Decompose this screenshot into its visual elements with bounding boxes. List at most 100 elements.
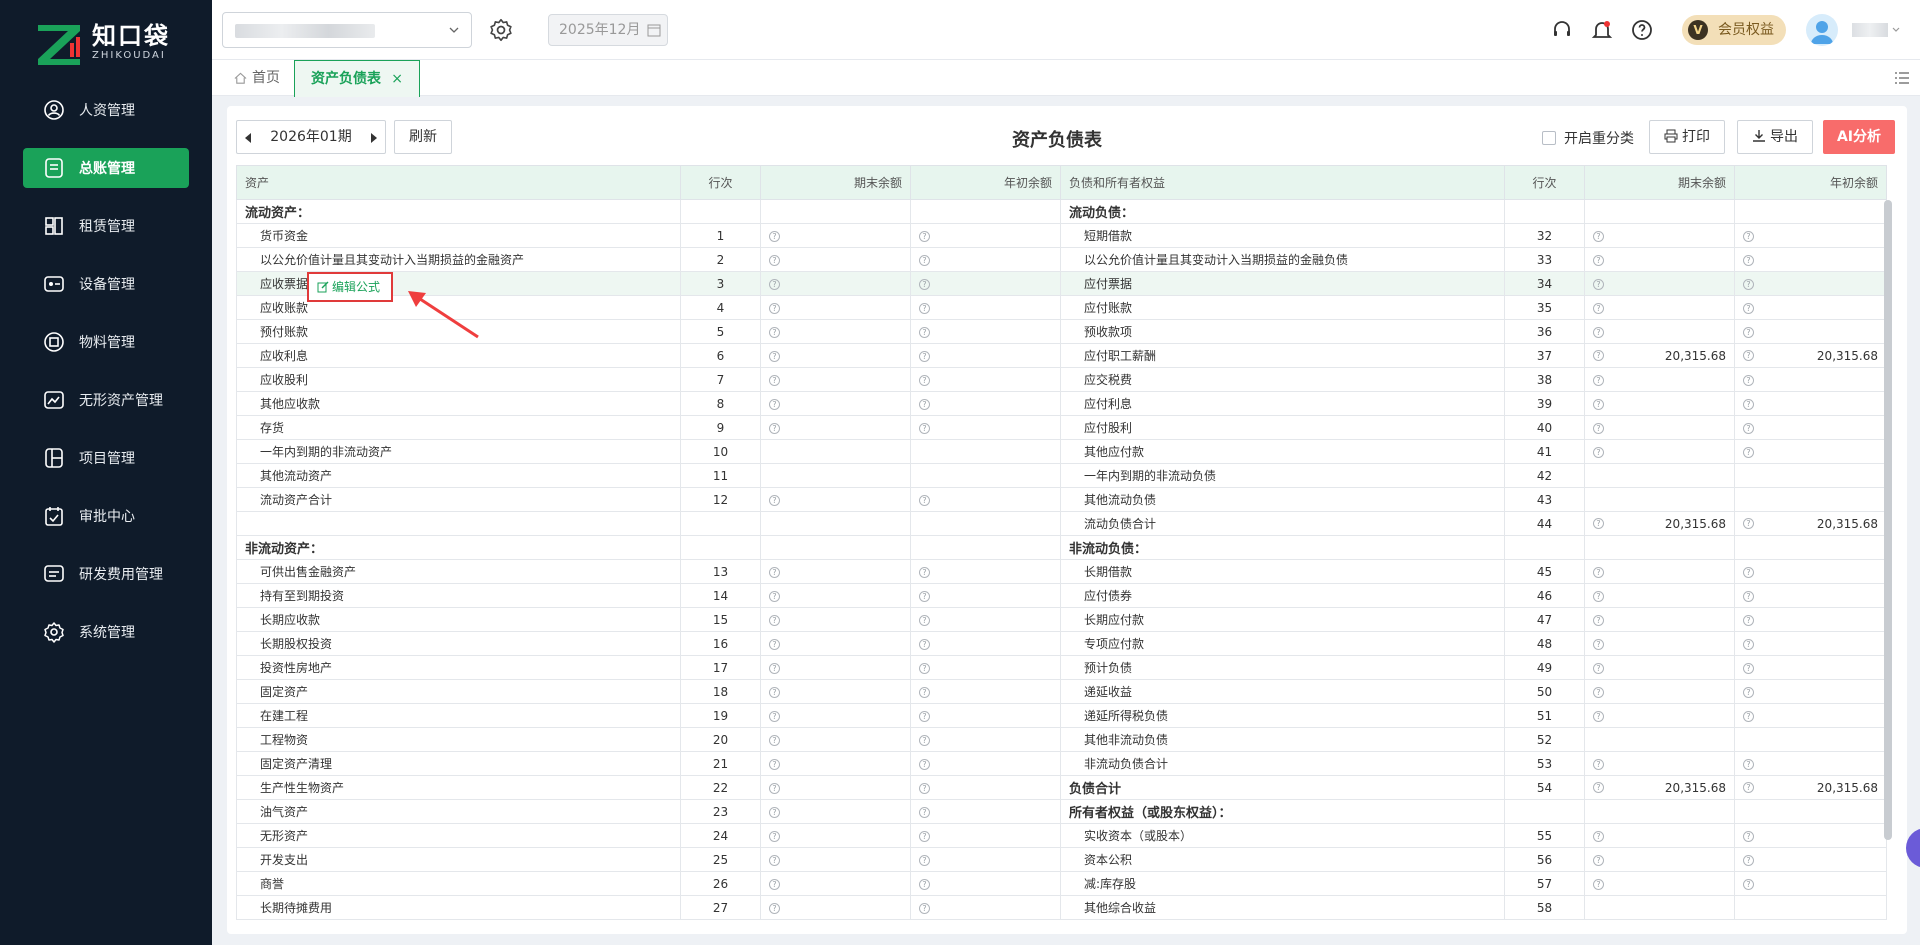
asset-ending-balance[interactable]: ? [760,391,911,416]
asset-name[interactable]: 生产性生物资产 [236,775,681,800]
help-circle-icon[interactable]: ? [1593,638,1604,650]
asset-name[interactable]: 其他流动资产 [236,463,681,488]
asset-name[interactable]: 油气资产 [236,799,681,824]
asset-opening-balance[interactable]: ? [910,271,1061,296]
liability-ending-balance[interactable] [1584,895,1735,920]
asset-ending-balance[interactable]: ? [760,583,911,608]
help-circle-icon[interactable]: ? [1593,830,1604,842]
asset-opening-balance[interactable] [910,463,1061,488]
liability-ending-balance[interactable] [1584,799,1735,824]
close-icon[interactable]: × [391,61,403,97]
help-circle-icon[interactable]: ? [919,422,930,434]
asset-opening-balance[interactable]: ? [910,319,1061,344]
asset-name[interactable]: 商誉 [236,871,681,896]
prev-period-icon[interactable] [245,133,251,143]
help-circle-icon[interactable]: ? [919,782,930,794]
help-circle-icon[interactable]: ? [919,878,930,890]
asset-name[interactable]: 非流动资产： [236,535,681,560]
help-circle-icon[interactable]: ? [1743,302,1754,314]
liability-opening-balance[interactable]: ? [1734,871,1887,896]
asset-ending-balance[interactable]: ? [760,607,911,632]
company-select[interactable] [222,12,472,48]
asset-name[interactable]: 流动资产： [236,199,681,224]
asset-ending-balance[interactable]: ? [760,655,911,680]
asset-name[interactable]: 固定资产清理 [236,751,681,776]
sidebar-item-rd[interactable]: 研发费用管理 [23,554,189,594]
help-circle-icon[interactable]: ? [769,758,780,770]
asset-name[interactable]: 固定资产 [236,679,681,704]
help-circle-icon[interactable]: ? [1593,302,1604,314]
help-circle-icon[interactable]: ? [919,662,930,674]
help-circle-icon[interactable]: ? [769,422,780,434]
help-circle-icon[interactable]: ? [919,398,930,410]
help-circle-icon[interactable]: ? [1593,614,1604,626]
help-circle-icon[interactable]: ? [1743,278,1754,290]
help-circle-icon[interactable]: ? [1743,517,1754,529]
asset-opening-balance[interactable]: ? [910,727,1061,752]
asset-opening-balance[interactable]: ? [910,631,1061,656]
help-circle-icon[interactable]: ? [1593,349,1604,361]
help-circle-icon[interactable]: ? [1743,830,1754,842]
help-circle-icon[interactable]: ? [1743,254,1754,266]
help-circle-icon[interactable]: ? [769,638,780,650]
help-circle-icon[interactable]: ? [769,350,780,362]
asset-opening-balance[interactable]: ? [910,391,1061,416]
asset-ending-balance[interactable]: ? [760,367,911,392]
liability-ending-balance[interactable]: ? [1584,391,1735,416]
liability-ending-balance[interactable]: ? [1584,295,1735,320]
asset-name[interactable]: 长期股权投资 [236,631,681,656]
asset-opening-balance[interactable]: ? [910,247,1061,272]
asset-ending-balance[interactable]: ? [760,703,911,728]
liability-opening-balance[interactable]: ? [1734,367,1887,392]
help-circle-icon[interactable]: ? [919,326,930,338]
asset-ending-balance[interactable]: ? [760,871,911,896]
table-scrollbar[interactable] [1884,200,1892,840]
liability-ending-balance[interactable]: ? [1584,631,1735,656]
refresh-button[interactable]: 刷新 [394,120,452,154]
help-circle-icon[interactable]: ? [1743,230,1754,242]
help-circle-icon[interactable]: ? [769,806,780,818]
help-circle-icon[interactable]: ? [1593,278,1604,290]
liability-ending-balance[interactable]: ? [1584,223,1735,248]
asset-opening-balance[interactable]: ? [910,871,1061,896]
help-circle-icon[interactable]: ? [769,662,780,674]
liability-opening-balance[interactable]: ? [1734,295,1887,320]
help-circle-icon[interactable]: ? [1593,374,1604,386]
liability-name[interactable]: 负债合计 [1060,775,1505,800]
help-circle-icon[interactable]: ? [1593,758,1604,770]
asset-name[interactable]: 流动资产合计 [236,487,681,512]
help-circle-icon[interactable]: ? [769,830,780,842]
sidebar-item-person[interactable]: 人资管理 [23,90,189,130]
asset-opening-balance[interactable]: ? [910,223,1061,248]
avatar[interactable] [1806,14,1838,46]
liability-ending-balance[interactable]: ? [1584,871,1735,896]
liability-ending-balance[interactable]: ? [1584,679,1735,704]
liability-name[interactable]: 应付利息 [1060,391,1505,416]
help-circle-icon[interactable]: ? [1743,781,1754,793]
asset-name[interactable]: 长期待摊费用 [236,895,681,920]
help-circle-icon[interactable]: ? [1743,758,1754,770]
asset-opening-balance[interactable]: ? [910,559,1061,584]
help-circle-icon[interactable]: ? [1743,590,1754,602]
reclassify-toggle[interactable]: 开启重分类 [1542,128,1634,148]
asset-opening-balance[interactable]: ? [910,295,1061,320]
help-circle-icon[interactable]: ? [919,230,930,242]
liability-opening-balance[interactable]: ? [1734,415,1887,440]
help-circle-icon[interactable]: ? [919,758,930,770]
liability-opening-balance[interactable]: ? [1734,223,1887,248]
liability-name[interactable]: 其他综合收益 [1060,895,1505,920]
liability-opening-balance[interactable]: ? 20,315.68 [1734,775,1887,800]
asset-name[interactable]: 一年内到期的非流动资产 [236,439,681,464]
liability-ending-balance[interactable]: ? [1584,319,1735,344]
asset-ending-balance[interactable]: ? [760,847,911,872]
liability-ending-balance[interactable] [1584,487,1735,512]
help-circle-icon[interactable]: ? [919,302,930,314]
sidebar-item-intangible[interactable]: 无形资产管理 [23,380,189,420]
asset-ending-balance[interactable] [760,439,911,464]
asset-ending-balance[interactable] [760,199,911,224]
liability-ending-balance[interactable]: ? [1584,367,1735,392]
liability-opening-balance[interactable] [1734,895,1887,920]
username-redacted[interactable] [1852,23,1888,37]
sidebar-item-project[interactable]: 项目管理 [23,438,189,478]
asset-ending-balance[interactable]: ? [760,559,911,584]
